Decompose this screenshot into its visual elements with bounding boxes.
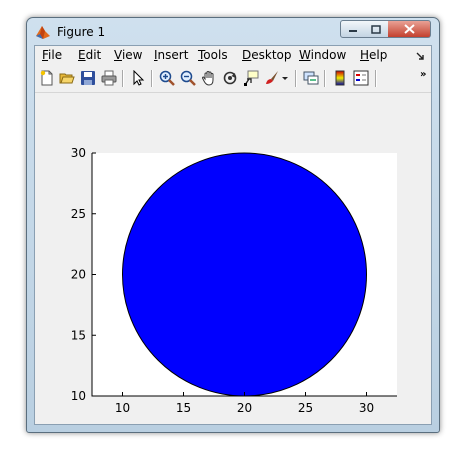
open-file-icon[interactable]	[59, 70, 75, 86]
x-tick-label: 10	[115, 401, 130, 415]
zoom-out-icon[interactable]	[180, 70, 196, 86]
close-icon	[403, 24, 415, 34]
toolbar-overflow-button[interactable]: »	[420, 69, 426, 80]
menu-window[interactable]: Window	[299, 48, 346, 62]
menu-bar: File Edit View Insert Tools Desktop Wind…	[35, 46, 431, 66]
brush-dropdown-icon[interactable]	[281, 70, 289, 86]
y-tick-label: 15	[71, 328, 86, 342]
menu-view[interactable]: View	[114, 48, 142, 62]
minimize-icon	[348, 30, 357, 32]
minimize-button[interactable]	[340, 20, 365, 38]
link-plot-icon[interactable]	[303, 70, 319, 86]
y-tick-label: 30	[71, 146, 86, 160]
colorbar-icon[interactable]	[332, 70, 348, 86]
data-cursor-icon[interactable]	[243, 70, 259, 86]
menu-tools[interactable]: Tools	[198, 48, 228, 62]
figure-window: Figure 1 File Edit View Insert Tools Des…	[26, 17, 440, 433]
brush-icon[interactable]	[264, 70, 280, 86]
rotate-3d-icon[interactable]	[222, 70, 238, 86]
save-icon[interactable]	[80, 70, 96, 86]
maximize-icon	[371, 24, 381, 34]
y-tick-label: 25	[71, 207, 86, 221]
title-bar[interactable]: Figure 1	[27, 18, 439, 45]
close-button[interactable]	[388, 20, 431, 38]
menu-desktop[interactable]: Desktop	[242, 48, 292, 62]
figure-canvas: 10 15 20 25 30 10 15 20 25 30	[35, 93, 431, 424]
matlab-icon	[36, 26, 50, 39]
pan-hand-icon[interactable]	[201, 70, 217, 86]
print-icon[interactable]	[101, 70, 117, 86]
x-tick-label: 20	[237, 401, 252, 415]
menu-file[interactable]: File	[42, 48, 62, 62]
select-pointer-icon[interactable]	[130, 70, 146, 86]
toolbar-separator	[375, 70, 377, 87]
dock-arrow-icon[interactable]	[416, 52, 425, 61]
menu-help[interactable]: Help	[360, 48, 387, 62]
toolbar-separator	[122, 70, 124, 87]
new-figure-icon[interactable]	[39, 70, 55, 86]
x-tick-label: 15	[176, 401, 191, 415]
circle-patch	[122, 152, 367, 397]
maximize-button[interactable]	[364, 20, 389, 38]
plot-svg[interactable]: 10 15 20 25 30 10 15 20 25 30	[35, 93, 431, 424]
zoom-in-icon[interactable]	[159, 70, 175, 86]
legend-icon[interactable]	[353, 70, 369, 86]
y-tick-label: 10	[71, 389, 86, 403]
x-tick-label: 25	[298, 401, 313, 415]
y-tick-label: 20	[71, 268, 86, 282]
toolbar-separator	[295, 70, 297, 87]
x-tick-label: 30	[359, 401, 374, 415]
toolbar-separator	[324, 70, 326, 87]
toolbar-separator	[151, 70, 153, 87]
menu-edit[interactable]: Edit	[78, 48, 101, 62]
window-client-area: File Edit View Insert Tools Desktop Wind…	[34, 45, 432, 425]
menu-insert[interactable]: Insert	[154, 48, 188, 62]
figure-toolbar: »	[35, 66, 431, 93]
window-title: Figure 1	[57, 25, 106, 39]
